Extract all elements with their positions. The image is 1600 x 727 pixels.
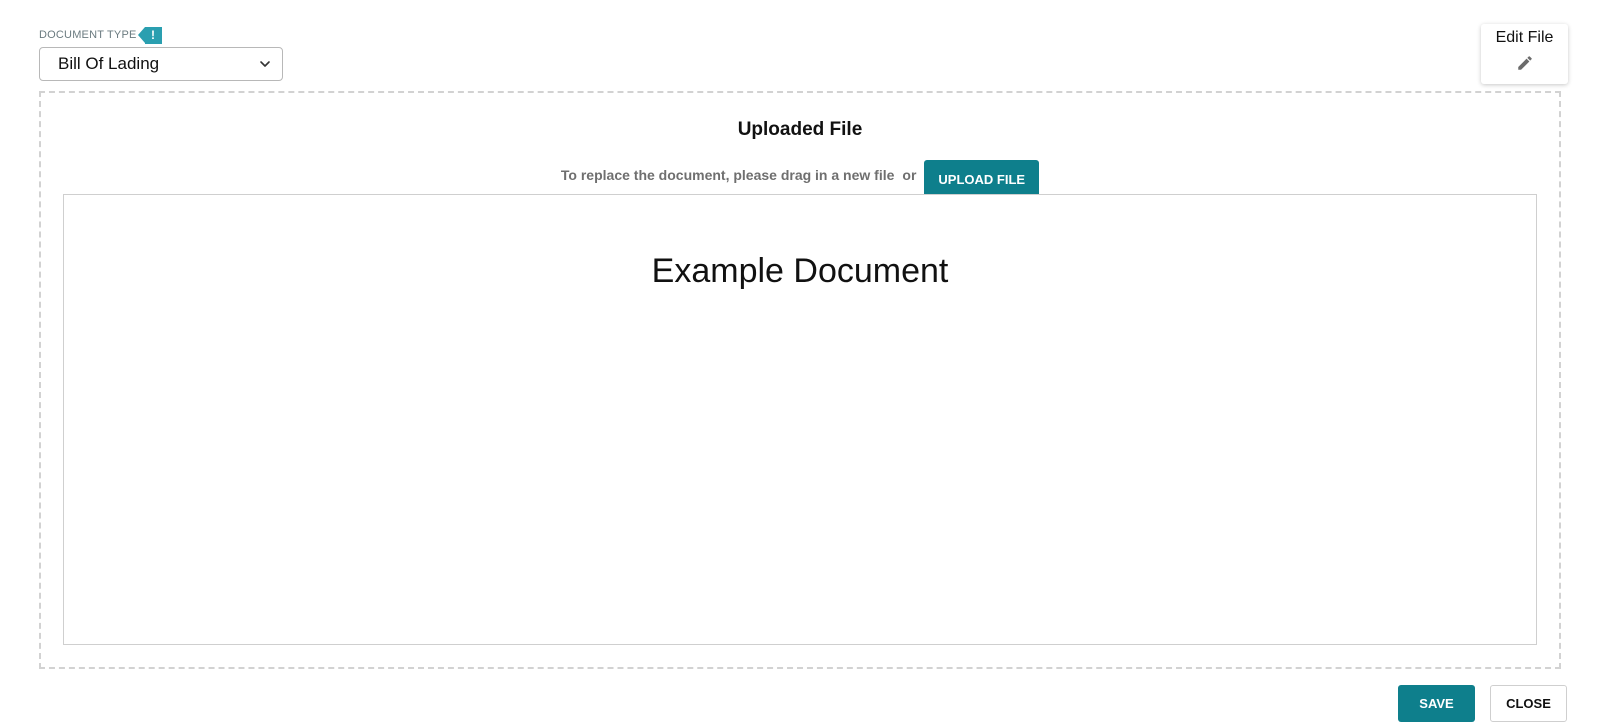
save-button[interactable]: SAVE (1398, 685, 1475, 722)
document-type-select[interactable]: Bill Of Lading (39, 47, 283, 81)
uploaded-file-title: Uploaded File (737, 119, 863, 140)
or-text: or (902, 167, 917, 183)
pencil-icon (1517, 56, 1532, 70)
preview-document-title: Example Document (651, 252, 949, 290)
edit-file-button[interactable]: Edit File (1481, 24, 1568, 84)
upload-file-button[interactable]: UPLOAD FILE (924, 160, 1040, 198)
document-type-selected-value: Bill Of Lading (58, 54, 160, 73)
alert-badge-icon[interactable]: ! (137, 26, 162, 44)
document-preview: Example Document (63, 194, 1537, 645)
document-type-field: DOCUMENT TYPE ! Bill Of Lading (39, 26, 283, 81)
close-button[interactable]: CLOSE (1490, 685, 1567, 722)
chevron-down-icon (260, 61, 270, 67)
file-dropzone[interactable]: Uploaded File To replace the document, p… (39, 91, 1561, 669)
replace-instructions-row: To replace the document, please drag in … (41, 152, 1559, 198)
document-type-label-row: DOCUMENT TYPE ! (39, 26, 283, 44)
edit-file-label: Edit File (1495, 29, 1554, 46)
replace-instructions: To replace the document, please drag in … (560, 167, 895, 183)
document-type-label: DOCUMENT TYPE (39, 29, 137, 41)
document-upload-page: DOCUMENT TYPE ! Bill Of Lading Edit File… (0, 0, 1600, 727)
